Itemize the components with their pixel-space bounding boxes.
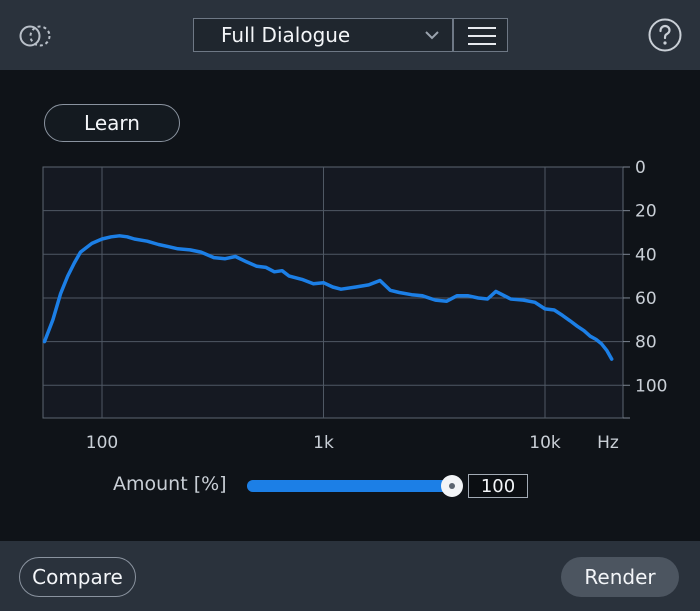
x-tick-label: 1k — [313, 433, 334, 453]
y-tick-label: 80 — [635, 333, 657, 353]
plot-area — [42, 166, 624, 419]
y-tick-label: 100 — [635, 376, 667, 396]
preset-menu-button[interactable] — [453, 18, 508, 52]
preset-select[interactable]: Full Dialogue — [193, 18, 453, 52]
y-axis-ticks: 0 20 40 60 80 100 — [623, 160, 667, 419]
chevron-down-icon — [425, 31, 439, 40]
top-bar: Full Dialogue — [0, 0, 700, 70]
y-tick-label: 20 — [635, 202, 657, 222]
y-tick-label: 0 — [635, 160, 646, 178]
module-logo-icon[interactable] — [18, 22, 52, 50]
preset-select-value: Full Dialogue — [221, 23, 351, 47]
y-tick-label: 40 — [635, 245, 657, 265]
x-axis-ticks: 100 1k 10k Hz — [86, 433, 619, 453]
help-icon[interactable] — [648, 18, 682, 52]
x-tick-label: 10k — [529, 433, 561, 453]
y-tick-label: 60 — [635, 289, 657, 309]
x-unit-label: Hz — [597, 433, 619, 453]
amount-slider-thumb[interactable] — [441, 475, 463, 497]
amount-slider-fill — [247, 480, 455, 492]
amount-label: Amount [%] — [113, 473, 227, 495]
amount-slider[interactable] — [247, 475, 463, 497]
render-button[interactable]: Render — [561, 557, 679, 597]
hamburger-menu-icon — [468, 27, 496, 45]
learn-button[interactable]: Learn — [44, 104, 180, 142]
spectrum-chart: 0 20 40 60 80 100 100 1k 10k Hz — [42, 160, 667, 453]
amount-input[interactable] — [468, 474, 528, 498]
compare-button[interactable]: Compare — [19, 557, 136, 597]
x-tick-label: 100 — [86, 433, 118, 453]
